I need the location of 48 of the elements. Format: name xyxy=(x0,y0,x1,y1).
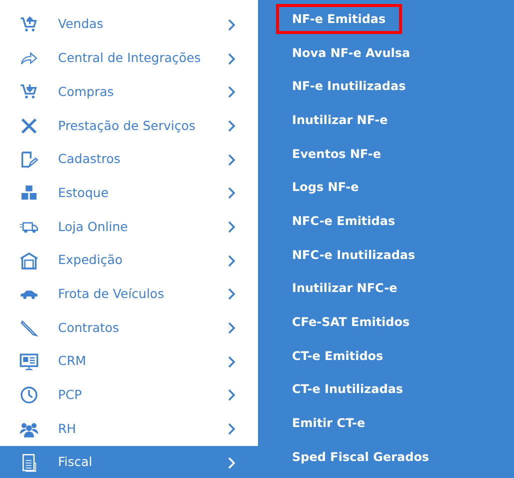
chevron-icon xyxy=(227,120,235,132)
edit-icon xyxy=(19,150,39,170)
chevron-icon xyxy=(227,86,235,98)
submenu-link[interactable]: NFC-e Emitidas xyxy=(276,206,412,236)
submenu-link[interactable]: Inutilizar NFC-e xyxy=(276,273,414,304)
menu-label: Expedição xyxy=(58,251,124,270)
submenu-link[interactable]: CT-e Emitidos xyxy=(276,340,400,371)
menu-label: Cadastros xyxy=(58,150,122,168)
menu-item[interactable]: Fiscal xyxy=(0,446,258,478)
monitor-icon xyxy=(19,352,39,372)
chevron-icon xyxy=(227,187,235,200)
chevron-icon xyxy=(227,254,235,267)
menu-label: Fiscal xyxy=(58,453,94,472)
menu-label: CRM xyxy=(58,352,88,370)
submenu-link[interactable]: Inutilizar NF-e xyxy=(276,104,404,135)
chevron-icon xyxy=(227,52,235,65)
submenu-link[interactable]: Eventos NF-e xyxy=(276,138,397,169)
submenu-link[interactable]: CT-e Inutilizadas xyxy=(276,374,420,404)
submenu-link[interactable]: NFC-e Inutilizadas xyxy=(276,240,432,270)
clock-icon xyxy=(19,385,39,406)
chevron-icon xyxy=(227,220,235,233)
chevron-icon xyxy=(227,154,235,166)
menu-label: Compras xyxy=(58,82,115,101)
menu-label: Estoque xyxy=(58,184,110,202)
chevron-icon xyxy=(227,18,235,31)
chevron-icon xyxy=(227,423,235,436)
menu-label: Vendas xyxy=(58,15,104,34)
menu-label: Frota de Veículos xyxy=(58,284,166,303)
menu-label: RH xyxy=(58,420,78,438)
submenu-link[interactable]: Logs NF-e xyxy=(276,172,375,202)
menu-label: Central de Integrações xyxy=(58,49,202,68)
menu-label: PCP xyxy=(58,386,83,404)
submenu-link[interactable]: Sped Fiscal Gerados xyxy=(276,442,446,472)
menu-label: Loja Online xyxy=(58,218,129,236)
menu-label: Prestação de Serviços xyxy=(58,116,196,135)
chevron-icon xyxy=(227,288,235,300)
pen-icon xyxy=(19,318,39,338)
submenu-link[interactable]: CFe-SAT Emitidos xyxy=(276,307,426,338)
chevron-icon xyxy=(227,356,235,368)
menu-label: Contratos xyxy=(58,318,120,337)
chevron-icon xyxy=(227,389,235,402)
chevron-icon xyxy=(227,456,235,469)
submenu-link[interactable]: Emitir CT-e xyxy=(276,408,382,438)
chevron-icon xyxy=(227,322,235,334)
submenu-link[interactable]: NF-e Inutilizadas xyxy=(276,71,422,102)
submenu-link[interactable]: Nova NF-e Avulsa xyxy=(276,38,426,68)
submenu-link[interactable]: NF-e Emitidas xyxy=(276,4,402,34)
warehouse-icon xyxy=(19,250,39,271)
